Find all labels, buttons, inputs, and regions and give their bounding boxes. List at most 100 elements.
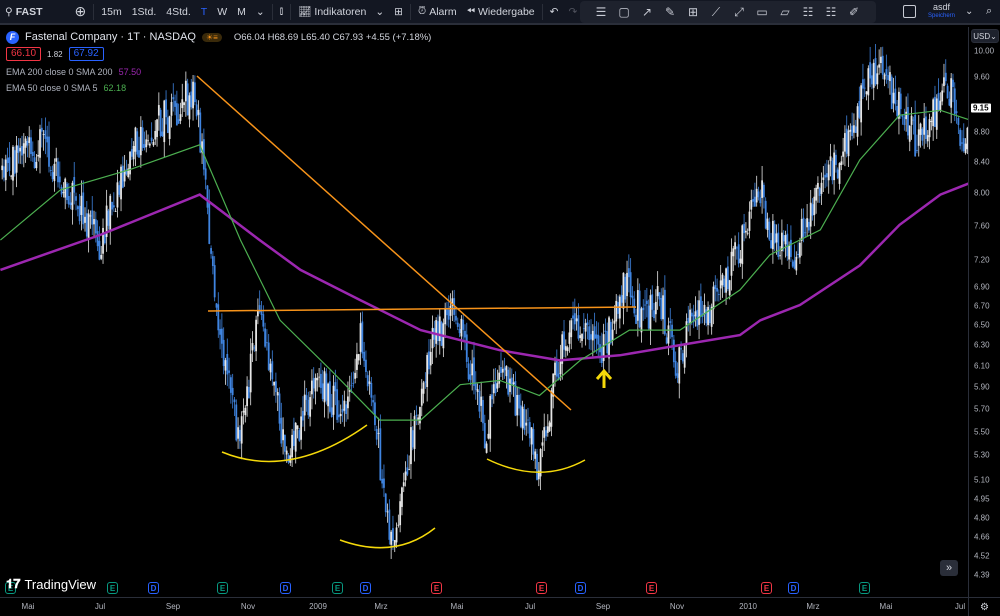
tf-15m[interactable]: 15m <box>96 0 126 24</box>
date-range-tool-icon[interactable]: ☷ <box>822 3 840 21</box>
scroll-to-realtime-button[interactable]: » <box>940 560 958 576</box>
earnings-marker[interactable]: E <box>217 582 228 594</box>
price-chart[interactable] <box>0 27 968 597</box>
parallel-channel-tool-icon[interactable]: ▱ <box>776 3 794 21</box>
brush-tool-icon[interactable]: ✎ <box>661 3 679 21</box>
candle-body <box>590 334 592 340</box>
curve-tool-icon[interactable]: ↗ <box>638 3 656 21</box>
symbol-search[interactable]: ⚲ FAST <box>0 0 48 24</box>
market-status-icon[interactable]: ☀≡ <box>201 32 222 42</box>
candle-body <box>626 272 628 297</box>
candle-body <box>420 388 423 406</box>
compare-add-button[interactable]: ⊕ <box>70 0 92 24</box>
candle-body <box>253 347 256 349</box>
neckline-horizontal[interactable] <box>207 306 637 312</box>
replay-button[interactable]: ⏪︎ Wiedergabe <box>462 0 540 24</box>
settings-gear-icon[interactable]: ⚙ <box>968 597 1000 616</box>
rectangle-tool-icon[interactable]: ▢ <box>615 3 633 21</box>
candle-body <box>633 298 636 314</box>
arrow-up-icon[interactable] <box>595 368 613 388</box>
dividend-marker[interactable]: D <box>148 582 159 594</box>
dividend-marker[interactable]: D <box>788 582 799 594</box>
candle-body <box>824 174 827 178</box>
candle-body <box>784 235 787 245</box>
candle-body <box>591 330 594 341</box>
earnings-marker[interactable]: E <box>761 582 772 594</box>
earnings-marker[interactable]: E <box>859 582 870 594</box>
candle-body <box>845 128 848 154</box>
candle-body <box>28 137 31 143</box>
dividend-marker[interactable]: D <box>575 582 586 594</box>
candle-body <box>460 318 463 337</box>
undo-button[interactable]: ↶ <box>545 0 564 24</box>
candle-body <box>717 294 720 295</box>
tf-day[interactable]: T <box>196 0 212 24</box>
time-axis[interactable]: Mai Jul Sep Nov 2009 Mrz Mai Jul Sep Nov 2010 Mrz Ma… <box>0 597 968 616</box>
ema50-legend[interactable]: EMA 50 close 0 SMA 5 62.18 <box>6 80 431 96</box>
tf-dropdown[interactable]: ⌄ <box>251 0 270 24</box>
callout-tool-icon[interactable]: ▭ <box>753 3 771 21</box>
price-range-tool-icon[interactable]: ☷ <box>799 3 817 21</box>
right-shoulder-arc[interactable] <box>486 458 586 473</box>
earnings-marker[interactable]: E <box>332 582 343 594</box>
candle-body <box>431 327 434 349</box>
candle-body <box>37 154 40 157</box>
candle-body <box>744 230 747 233</box>
price-tick: 6.90 <box>974 282 990 292</box>
earnings-marker[interactable]: E <box>646 582 657 594</box>
chevron-down-icon[interactable]: ⌄ <box>965 6 973 17</box>
earnings-marker[interactable]: E <box>431 582 442 594</box>
tf-4h[interactable]: 4Std. <box>161 0 196 24</box>
indicators-button[interactable]: 📈︎ Indikatoren ⌄ <box>293 0 389 24</box>
sell-price-button[interactable]: 66.10 <box>6 47 42 61</box>
candle-body <box>15 145 18 173</box>
candle-body <box>721 274 724 286</box>
candle-body <box>305 395 308 400</box>
candle-body <box>300 416 303 440</box>
candle-body <box>932 99 935 127</box>
ray-tool-icon[interactable]: ⤢ <box>730 3 748 21</box>
descending-trendline[interactable] <box>196 75 572 411</box>
ema200-legend[interactable]: EMA 200 close 0 SMA 200 57.50 <box>6 64 431 80</box>
earnings-marker[interactable]: E <box>107 582 118 594</box>
candle-body <box>57 161 59 183</box>
candle-body <box>336 389 339 420</box>
candle-body <box>55 158 58 162</box>
candle-body <box>759 197 762 204</box>
tf-week[interactable]: W <box>212 0 232 24</box>
layouts-button[interactable]: ⊞ <box>389 0 408 24</box>
candle-body <box>582 328 585 329</box>
bid-ask-row: 66.10 1.82 67.92 <box>6 46 431 62</box>
price-axis[interactable]: USD ⌄ 10.00 9.60 8.80 8.40 8.00 7.60 7.20 6.90 6.… <box>968 27 1000 597</box>
symbol-row: F Fastenal Company · 1T · NASDAQ ☀≡ O66.… <box>6 29 431 45</box>
tf-month[interactable]: M <box>232 0 251 24</box>
dividend-marker[interactable]: D <box>280 582 291 594</box>
clock-search-icon[interactable]: ⌕ <box>986 5 992 18</box>
candle-body <box>350 385 353 387</box>
candle-body <box>528 422 531 439</box>
horizontal-lines-tool-icon[interactable]: ☰ <box>592 3 610 21</box>
candle-body <box>941 90 944 102</box>
earnings-marker[interactable]: E <box>536 582 547 594</box>
fib-grid-tool-icon[interactable]: ⊞ <box>684 3 702 21</box>
layout-save[interactable]: asdf Speichern <box>928 3 955 21</box>
candle-body <box>755 188 758 203</box>
alert-button[interactable]: ⏰︎ Alarm <box>413 0 462 24</box>
dividend-marker[interactable]: D <box>360 582 371 594</box>
candle-body <box>730 251 733 276</box>
tf-1h[interactable]: 1Std. <box>127 0 162 24</box>
pen-tool-icon[interactable]: ✐ <box>845 3 863 21</box>
trendline-tool-icon[interactable]: ⟋ <box>707 3 725 21</box>
fullscreen-checkbox-icon[interactable] <box>903 5 916 18</box>
candle-body <box>609 321 612 344</box>
tradingview-logo[interactable]: 𝟏𝟕 TradingView <box>6 576 96 592</box>
buy-price-button[interactable]: 67.92 <box>68 47 104 61</box>
candle-body <box>748 211 751 231</box>
candle-body <box>26 140 29 146</box>
chart-type-button[interactable]: ⫾ <box>275 0 288 24</box>
currency-select[interactable]: USD ⌄ <box>971 29 999 43</box>
head-arc[interactable] <box>339 527 436 549</box>
candle-body <box>764 200 767 229</box>
candle-body <box>4 159 7 181</box>
candle-body <box>786 233 789 257</box>
